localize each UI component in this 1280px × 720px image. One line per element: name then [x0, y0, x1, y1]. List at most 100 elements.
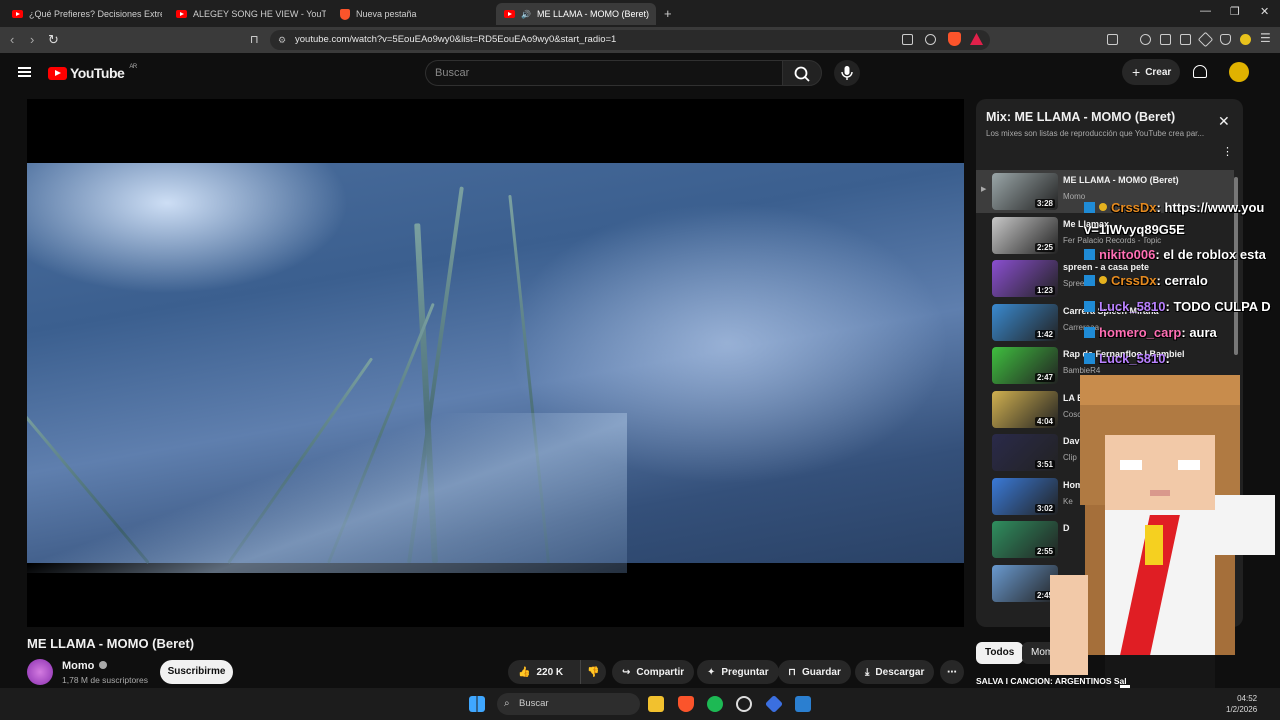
playlist-thumbnail[interactable]: 3:02 [992, 477, 1058, 515]
browser-address-bar: ‹ › ↻ ⊓ ⚙ youtube.com/watch?v=5EouEAo9wy… [0, 27, 1280, 53]
youtube-logo-icon [48, 66, 67, 80]
video-player[interactable] [27, 99, 964, 627]
download-button[interactable]: ⤓ Descargar [855, 660, 935, 684]
duration-badge: 2:25 [1034, 242, 1055, 252]
share-page-icon[interactable] [925, 34, 936, 45]
youtube-favicon-icon [12, 10, 23, 18]
new-tab-icon[interactable]: + [664, 6, 672, 21]
subscriber-badge-icon [1099, 276, 1107, 284]
playlist-title: Mix: ME LLAMA - MOMO (Beret) [986, 110, 1176, 124]
forward-icon[interactable]: › [30, 32, 34, 47]
ask-button[interactable]: ✦ Preguntar [697, 660, 779, 684]
chat-text: : TODO CULPA D [1165, 299, 1271, 314]
url-field[interactable]: ⚙ youtube.com/watch?v=5EouEAo9wy0&list=R… [270, 30, 990, 50]
bookmark-icon[interactable]: ⊓ [250, 33, 259, 46]
chat-message: nikito006: el de roblox esta [1084, 247, 1266, 262]
more-horizontal-icon: ⋯ [947, 666, 957, 678]
playlist-menu-icon[interactable]: ⋮ [1222, 145, 1233, 158]
like-count: 220 K [536, 666, 564, 678]
youtube-header: YouTube AR Buscar + Crear [0, 53, 1280, 93]
playlist-thumbnail[interactable]: 2:47 [992, 347, 1058, 384]
playlist-thumbnail[interactable]: 3:28 [992, 173, 1058, 210]
tab-alegey-song[interactable]: ALEGEY SONG HE VIEW - YouTube [168, 3, 326, 25]
create-button[interactable]: + Crear [1122, 59, 1180, 85]
chip-todos[interactable]: Todos [976, 642, 1024, 664]
microphone-icon [841, 66, 853, 80]
notifications-bell-icon[interactable] [1193, 65, 1207, 78]
like-button[interactable]: 👍 220 K [508, 660, 580, 684]
chat-badge-icon [1084, 249, 1095, 260]
vscode-icon[interactable] [795, 696, 811, 712]
minecraft-avatar [1050, 375, 1280, 688]
bookmark-save-icon: ⊓ [788, 666, 796, 678]
taskbar-clock[interactable]: 04:52 1/2/2026 [1226, 693, 1257, 715]
channel-avatar[interactable] [27, 659, 53, 685]
sidebar-panel-icon[interactable] [1107, 34, 1118, 45]
profile-icon[interactable] [1240, 34, 1251, 45]
youtube-favicon-icon [504, 10, 515, 18]
dislike-button[interactable]: 👎 [580, 660, 606, 684]
stream-ticker: SALVA I CANCION: ARGENTINOS Sal [976, 676, 1127, 686]
minimize-icon[interactable]: — [1200, 5, 1211, 17]
now-playing-icon: ▶ [981, 186, 987, 193]
download-icon: ⤓ [865, 666, 870, 678]
chat-badge-icon [1084, 202, 1095, 213]
search-button[interactable] [782, 60, 822, 86]
video-frame [27, 163, 964, 573]
tab-me-llama[interactable]: 🔊 ME LLAMA - MOMO (Beret) ✕ [496, 3, 656, 25]
reload-icon[interactable]: ↻ [48, 32, 59, 48]
playlist-thumbnail[interactable]: 2:45 [992, 564, 1058, 602]
brave-shields-icon[interactable] [948, 32, 961, 46]
app-diamond-icon[interactable] [764, 694, 784, 714]
music-icon[interactable] [1140, 34, 1151, 45]
leo-ai-icon[interactable] [1197, 31, 1214, 48]
tab-que-prefieres[interactable]: ¿Qué Prefieres? Decisiones Extremas [4, 3, 162, 25]
youtube-logo[interactable]: YouTube AR [48, 64, 137, 81]
playlist-thumbnail[interactable]: 2:25 [992, 216, 1058, 254]
file-explorer-icon[interactable] [648, 696, 664, 712]
brave-shield-icon [340, 8, 350, 20]
thumbs-up-icon: 👍 [518, 666, 531, 678]
playlist-thumbnail[interactable]: 4:04 [992, 390, 1058, 428]
create-label: Crear [1145, 66, 1172, 78]
chat-badge-icon [1084, 327, 1095, 338]
obs-icon[interactable] [736, 696, 752, 712]
reading-list-icon[interactable] [1160, 34, 1171, 45]
back-icon[interactable]: ‹ [10, 32, 14, 47]
channel-name-text: Momo [62, 660, 95, 672]
channel-name[interactable]: Momo [62, 660, 108, 672]
search-input[interactable]: Buscar [425, 60, 782, 86]
chat-message: homero_carp: aura [1084, 325, 1217, 340]
playlist-thumbnail[interactable]: 3:51 [992, 434, 1058, 471]
subscribe-button[interactable]: Suscribirme [160, 660, 233, 684]
chat-text: : https://www.you [1156, 200, 1265, 215]
chat-username: nikito006 [1099, 247, 1156, 262]
chat-text: v=1IWvyq89G5E [1084, 222, 1185, 237]
brave-browser-icon[interactable] [678, 696, 694, 712]
taskbar-search[interactable]: ⌕ Buscar [497, 693, 640, 715]
voice-search-button[interactable] [834, 60, 860, 86]
user-avatar[interactable] [1229, 62, 1249, 82]
playlist-thumbnail[interactable]: 1:42 [992, 303, 1058, 341]
more-actions-button[interactable]: ⋯ [940, 660, 964, 684]
close-playlist-icon[interactable]: ✕ [1218, 113, 1230, 130]
playlist-thumbnail[interactable]: 1:23 [992, 260, 1058, 297]
save-button[interactable]: ⊓ Guardar [778, 660, 851, 684]
tab-close-icon[interactable]: ✕ [655, 8, 656, 21]
share-button[interactable]: ↪ Compartir [612, 660, 695, 684]
chat-badge-icon [1084, 353, 1095, 364]
playlist-thumbnail[interactable]: 2:55 [992, 521, 1058, 558]
windows-start-icon[interactable] [469, 696, 485, 712]
vpn-icon[interactable] [1220, 34, 1231, 45]
restore-icon[interactable]: ❐ [1230, 5, 1240, 18]
spotify-icon[interactable] [707, 696, 723, 712]
duration-badge: 1:23 [1034, 286, 1055, 295]
hamburger-menu-icon[interactable] [18, 67, 31, 69]
close-window-icon[interactable]: ✕ [1260, 5, 1269, 18]
menu-icon[interactable]: ☰ [1260, 31, 1271, 45]
wallet-icon[interactable] [1180, 34, 1191, 45]
cast-icon[interactable] [902, 34, 913, 45]
site-info-icon[interactable]: ⚙ [278, 30, 286, 50]
clock-time: 04:52 [1237, 694, 1258, 703]
tab-nueva-pestana[interactable]: Nueva pestaña [332, 3, 490, 25]
